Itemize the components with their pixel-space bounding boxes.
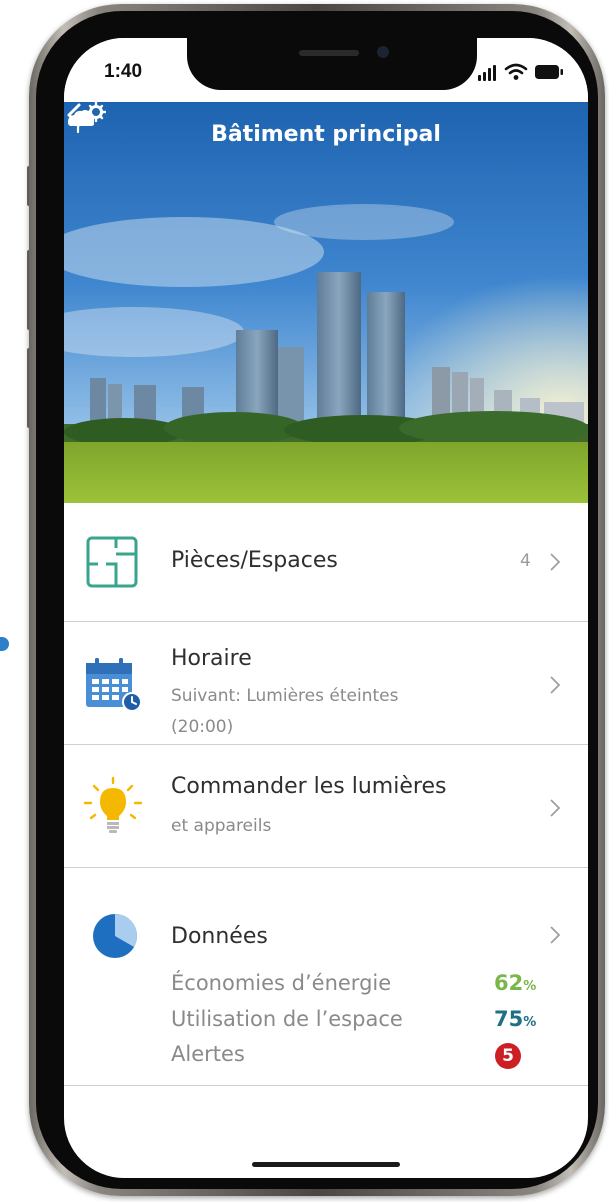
- light-bulb-icon: [83, 776, 143, 833]
- chevron-right-icon: [550, 553, 561, 571]
- schedule-label: Horaire: [171, 646, 252, 671]
- side-indicator-dot: [0, 637, 9, 651]
- speaker: [299, 50, 359, 56]
- front-camera: [377, 46, 389, 58]
- pie-chart-icon: [93, 914, 137, 958]
- phone-screen: 1:40 Bâtiment principal Pièces/Espaces 4…: [64, 38, 588, 1178]
- cellular-signal-icon: [478, 63, 498, 81]
- menu-row-schedule[interactable]: Horaire Suivant: Lumières éteintes (20:0…: [64, 623, 588, 745]
- menu-row-lights[interactable]: Commander les lumières et appareils: [64, 746, 588, 868]
- settings-gear-icon[interactable]: [64, 102, 106, 136]
- space-usage-value: 75%: [494, 1007, 537, 1031]
- calendar-clock-icon: [86, 658, 142, 712]
- schedule-next-time: (20:00): [171, 717, 234, 737]
- home-indicator[interactable]: [252, 1162, 400, 1167]
- status-time: 1:40: [104, 61, 143, 82]
- chevron-right-icon: [550, 799, 561, 817]
- energy-savings-value: 62%: [494, 971, 537, 995]
- chevron-right-icon: [550, 926, 561, 944]
- wifi-icon: [504, 63, 528, 80]
- space-usage-label: Utilisation de l’espace: [171, 1007, 403, 1031]
- building-hero-image: Bâtiment principal: [64, 102, 588, 503]
- lights-label: Commander les lumières: [171, 774, 447, 799]
- battery-icon: [535, 65, 563, 79]
- notch: [187, 38, 477, 90]
- alerts-label: Alertes: [171, 1042, 245, 1066]
- menu-row-spaces[interactable]: Pièces/Espaces 4: [64, 503, 588, 622]
- energy-savings-label: Économies d’énergie: [171, 971, 392, 995]
- status-bar: 1:40: [64, 38, 588, 102]
- floor-plan-icon: [86, 536, 138, 588]
- spaces-count: 4: [520, 551, 531, 571]
- status-icons: [478, 63, 568, 83]
- spaces-label: Pièces/Espaces: [171, 548, 338, 573]
- schedule-next-event: Suivant: Lumières éteintes: [171, 686, 399, 706]
- menu-row-data[interactable]: Données Économies d’énergie 62% Utilisat…: [64, 869, 588, 1086]
- lights-sublabel: et appareils: [171, 816, 272, 836]
- data-label: Données: [171, 924, 268, 949]
- chevron-right-icon: [550, 676, 561, 694]
- page-title: Bâtiment principal: [211, 122, 441, 147]
- alerts-count-badge[interactable]: 5: [495, 1043, 521, 1069]
